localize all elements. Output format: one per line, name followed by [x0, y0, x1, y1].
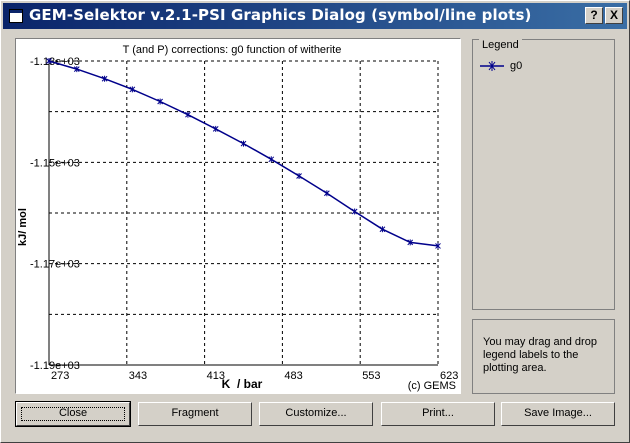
drag-drop-hint-text: You may drag and drop legend labels to t…: [483, 336, 597, 374]
plot-area[interactable]: 273 343 413 483 553 623 -1.13e+03 -1.15e+03 -1.1…: [15, 38, 461, 394]
legend-item-g0[interactable]: g0: [478, 59, 522, 75]
x-tick-label: 553: [362, 370, 380, 382]
x-axis-label: K / bar: [222, 377, 263, 391]
close-button[interactable]: Close: [15, 401, 131, 427]
save-image-button[interactable]: Save Image...: [501, 402, 615, 426]
dialog-window: GEM-Selektor v.2.1-PSI Graphics Dialog (…: [0, 0, 630, 443]
data-point: [379, 226, 386, 233]
y-axis-label: kJ/ mol: [17, 208, 29, 246]
fragment-button-label: Fragment: [171, 407, 219, 419]
help-button[interactable]: ?: [585, 7, 603, 24]
data-point: [296, 173, 302, 180]
fragment-button[interactable]: Fragment: [138, 402, 252, 426]
y-tick-label: -1.19e+03: [30, 360, 80, 372]
data-point: [268, 156, 275, 163]
data-point: [351, 208, 358, 215]
y-tick-label: -1.17e+03: [30, 259, 80, 271]
plot-title: T (and P) corrections: g0 function of wi…: [123, 44, 342, 56]
drag-drop-hint-box: You may drag and drop legend labels to t…: [472, 319, 615, 394]
close-window-button[interactable]: X: [605, 7, 623, 24]
series-line-g0: [48, 60, 439, 247]
customize-button[interactable]: Customize...: [259, 402, 373, 426]
legend-item-label: g0: [510, 60, 523, 72]
app-window-icon: [9, 9, 23, 23]
print-button-label: Print...: [422, 407, 454, 419]
legend-group: [472, 39, 615, 310]
x-tick-label: 483: [284, 370, 302, 382]
title-bar[interactable]: GEM-Selektor v.2.1-PSI Graphics Dialog (…: [3, 3, 627, 29]
focus-rectangle: [21, 407, 125, 421]
data-point: [212, 125, 219, 132]
window-title: GEM-Selektor v.2.1-PSI Graphics Dialog (…: [29, 6, 532, 24]
copyright-label: (c) GEMS: [408, 380, 456, 392]
customize-button-label: Customize...: [285, 407, 347, 419]
legend-line-marker-icon: [480, 61, 504, 71]
x-tick-label: 343: [129, 370, 147, 382]
save-image-button-label: Save Image...: [524, 407, 592, 419]
data-point: [324, 190, 330, 197]
line-chart: 273 343 413 483 553 623-1.13e+03-1.15e+03-1.1…: [17, 44, 458, 392]
legend-title: Legend: [479, 39, 522, 51]
data-point: [240, 140, 247, 147]
print-button[interactable]: Print...: [381, 402, 495, 426]
y-tick-label: -1.15e+03: [30, 157, 80, 169]
